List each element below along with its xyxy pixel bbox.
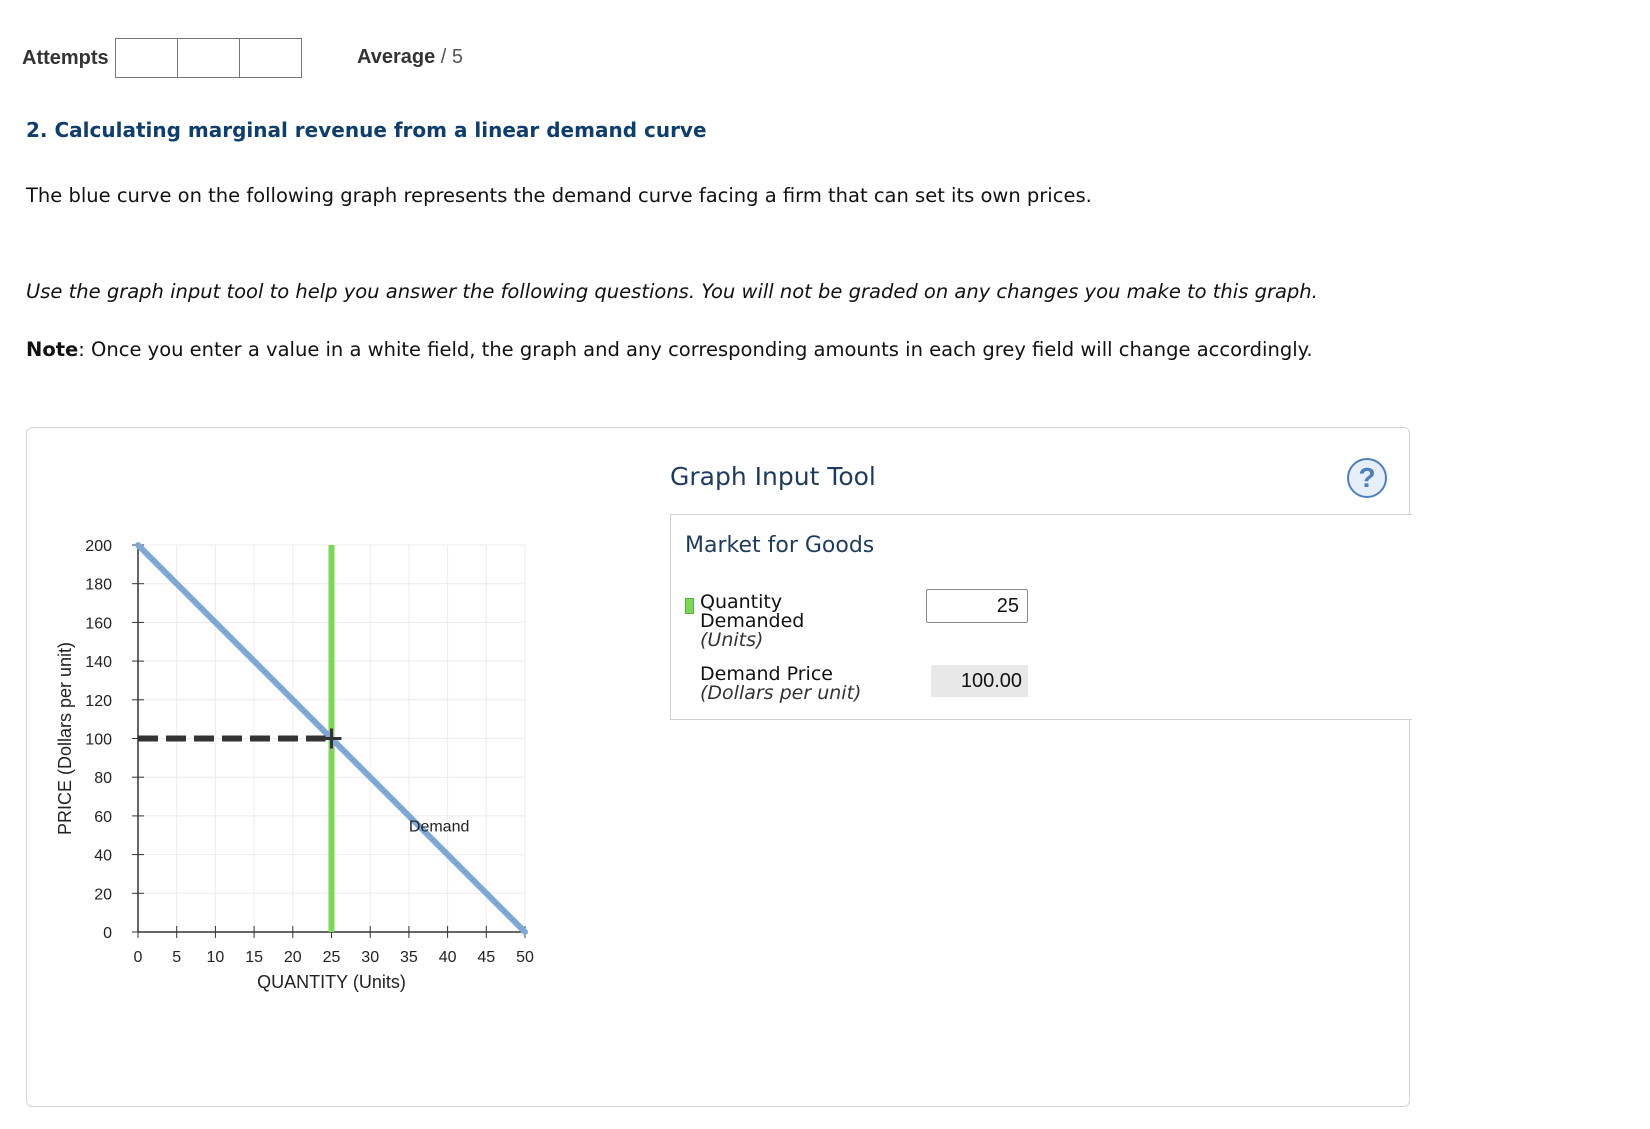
question-title: 2. Calculating marginal revenue from a l…: [26, 118, 707, 142]
note-body: : Once you enter a value in a white fiel…: [78, 338, 1313, 361]
x-tick-label: 10: [207, 949, 225, 966]
y-tick-label: 120: [85, 693, 112, 710]
instruction-text: Use the graph input tool to help you ans…: [26, 280, 1318, 303]
market-title: Market for Goods: [685, 533, 875, 558]
graph-input-tool-title: Graph Input Tool: [670, 462, 876, 491]
y-axis-title: PRICE (Dollars per unit): [55, 642, 75, 835]
x-tick-label: 0: [134, 949, 143, 966]
x-tick-label: 35: [400, 949, 418, 966]
y-tick-label: 160: [85, 615, 112, 632]
y-tick-label: 100: [85, 732, 112, 749]
quantity-label: Quantity Demanded (Units): [700, 593, 900, 650]
x-tick-label: 15: [245, 949, 263, 966]
y-tick-label: 140: [85, 654, 112, 671]
x-tick-label: 40: [439, 949, 457, 966]
price-unit: (Dollars per unit): [700, 682, 862, 704]
note-label: Note: [26, 338, 79, 361]
x-tick-label: 50: [516, 949, 534, 966]
y-tick-label: 200: [85, 538, 112, 555]
average-label: Average: [357, 46, 436, 68]
market-box: Market for Goods Quantity Demanded (Unit…: [670, 514, 1412, 720]
price-value-field: 100.00: [931, 665, 1028, 697]
x-tick-label: 5: [172, 949, 181, 966]
average-score: Average / 5: [357, 46, 463, 69]
quantity-unit: (Units): [700, 629, 764, 651]
attempt-box: [238, 38, 302, 78]
average-max: / 5: [440, 46, 464, 68]
y-tick-label: 180: [85, 577, 112, 594]
intro-text: The blue curve on the following graph re…: [26, 184, 1092, 207]
x-tick-label: 25: [323, 949, 341, 966]
demand-label: Demand: [409, 818, 469, 835]
quantity-swatch: [685, 598, 694, 614]
quantity-input[interactable]: 25: [926, 589, 1028, 623]
note-text: Note: Once you enter a value in a white …: [26, 338, 1313, 361]
help-icon[interactable]: ?: [1347, 458, 1387, 498]
x-axis-title: QUANTITY (Units): [257, 972, 406, 992]
attempt-boxes: [114, 38, 302, 78]
attempt-box: [114, 38, 178, 78]
y-tick-label: 20: [94, 886, 112, 903]
demand-chart[interactable]: 0 5 10 15 20 25 30 35 40 45 50 0 20 40 60 80 100 120 140 16…: [27, 428, 627, 1108]
y-tick-label: 40: [94, 848, 112, 865]
y-tick-label: 60: [94, 809, 112, 826]
price-label: Demand Price (Dollars per unit): [700, 665, 900, 703]
x-tick-label: 45: [477, 949, 495, 966]
x-tick-label: 20: [284, 949, 302, 966]
y-tick-label: 80: [94, 770, 112, 787]
y-tick-label: 0: [103, 925, 112, 942]
graph-panel: 0 5 10 15 20 25 30 35 40 45 50 0 20 40 60 80 100 120 140 16…: [26, 427, 1412, 1108]
attempts-row: Attempts: [22, 38, 302, 78]
x-tick-label: 30: [361, 949, 379, 966]
attempt-box: [176, 38, 240, 78]
attempts-label: Attempts: [22, 46, 109, 69]
